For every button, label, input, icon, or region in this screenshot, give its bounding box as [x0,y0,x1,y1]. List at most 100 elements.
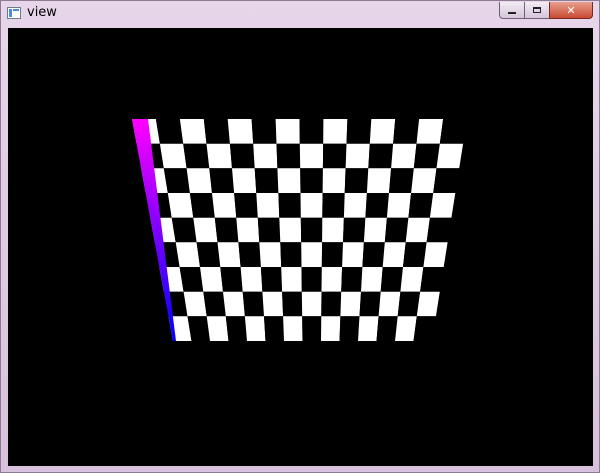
board-square-light [429,193,456,218]
checkerboard-scene [8,28,593,466]
board-square-dark [344,168,369,193]
board-square-dark [276,143,301,169]
board-square-light [175,242,200,267]
board-square-dark [282,291,303,317]
board-square-dark [384,217,409,243]
minimize-icon [508,11,516,14]
board-square-dark [346,119,372,144]
board-square-dark [225,316,247,341]
checkerboard [132,119,467,341]
board-square-dark [214,217,239,243]
app-icon[interactable] [7,7,21,19]
close-button[interactable]: ✕ [549,2,593,19]
board-square-dark [260,267,283,292]
board-square-light [345,143,370,169]
board-square-dark [301,267,322,292]
board-square-light [363,217,387,243]
board-square-dark [321,242,343,267]
board-square-light [283,316,303,341]
board-square-dark [254,168,279,193]
board-square-light [386,193,412,218]
board-square-light [300,193,323,218]
board-square-light [186,168,212,193]
board-square-light [212,193,237,218]
board-square-dark [420,267,444,292]
board-square-dark [229,143,255,169]
board-square-dark [189,193,215,218]
board-square-dark [179,267,204,292]
board-square-light [223,291,245,317]
board-square-light [299,143,324,169]
board-square-dark [321,291,342,317]
board-square-light [301,291,322,317]
board-square-light [378,291,401,317]
board-square-dark [403,242,427,267]
board-square-light [321,267,343,292]
board-square-light [423,242,448,267]
board-square-light [395,316,417,341]
board-square-dark [155,119,184,144]
board-square-light [236,217,260,243]
board-square-dark [257,217,281,243]
board-square-dark [433,168,460,193]
board-square-light [411,168,437,193]
board-square-dark [264,316,284,341]
board-square-light [382,242,406,267]
maximize-icon [533,7,541,13]
close-icon: ✕ [566,3,576,17]
board-square-light [321,316,341,341]
board-square-dark [234,193,258,218]
board-square-dark [209,168,235,193]
board-square-dark [339,316,360,341]
board-square-dark [341,267,363,292]
board-square-light [256,193,280,218]
board-square-light [436,143,464,169]
board-square-dark [299,119,324,144]
board-square-light [405,217,430,243]
board-square-dark [300,217,323,243]
board-square-dark [203,291,226,317]
board-square-light [323,119,348,144]
board-square-light [244,316,266,341]
board-square-light [277,168,301,193]
board-square-light [253,143,278,169]
board-square-dark [300,168,323,193]
board-square-light [179,119,207,144]
board-square-dark [413,143,440,169]
board-square-light [259,242,282,267]
board-square-dark [251,119,277,144]
board-square-dark [280,242,302,267]
board-square-dark [220,267,243,292]
board-square-light [342,242,364,267]
board-square-dark [163,168,190,193]
board-square-light [416,291,440,317]
board-square-dark [183,143,210,169]
board-square-light [227,119,254,144]
board-square-light [322,217,344,243]
board-square-dark [343,217,366,243]
board-square-light [206,316,229,341]
board-square-light [366,168,392,193]
board-square-dark [322,143,347,169]
minimize-button[interactable] [499,2,525,19]
board-square-light [369,119,396,144]
title-bar[interactable]: view ✕ [1,1,599,27]
board-square-dark [439,119,467,144]
app-window: view ✕ [0,0,600,473]
board-square-dark [196,242,221,267]
board-square-dark [376,316,398,341]
board-square-light [279,217,302,243]
board-square-light [343,193,367,218]
board-square-light [240,267,263,292]
render-viewport[interactable] [8,28,593,466]
board-square-dark [171,217,197,243]
board-square-light [416,119,444,144]
board-square-dark [362,242,385,267]
board-square-dark [397,291,421,317]
board-square-light [200,267,223,292]
board-square-dark [389,168,414,193]
board-square-dark [242,291,264,317]
board-square-light [358,316,379,341]
maximize-button[interactable] [524,2,550,19]
board-square-light [262,291,284,317]
